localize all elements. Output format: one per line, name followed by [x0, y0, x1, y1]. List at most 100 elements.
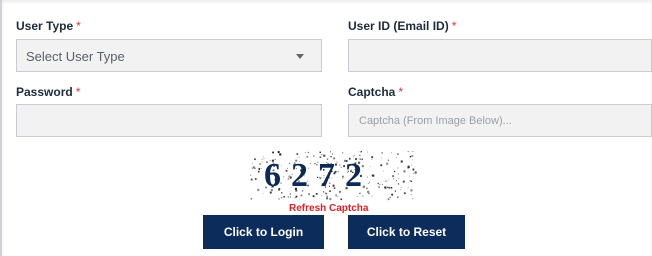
captcha-noise-dot: [281, 197, 283, 199]
captcha-noise-dot: [409, 180, 411, 182]
captcha-noise-dot: [254, 178, 257, 180]
captcha-field: [348, 104, 652, 137]
refresh-captcha-link[interactable]: Refresh Captcha: [289, 203, 368, 214]
captcha-noise-dot: [412, 198, 414, 200]
captcha-noise-dot: [383, 170, 384, 172]
required-asterisk: *: [451, 19, 457, 33]
captcha-noise-dot: [253, 165, 255, 168]
captcha-noise-dot: [321, 154, 323, 155]
user-type-select[interactable]: Select User Type: [16, 39, 322, 72]
captcha-noise-dot: [287, 196, 289, 198]
captcha-noise-dot: [330, 151, 331, 153]
captcha-noise-dot: [250, 198, 253, 200]
captcha-noise-dot: [257, 170, 260, 173]
captcha-text: 6272: [264, 157, 372, 194]
captcha-noise-dot: [298, 198, 300, 200]
captcha-noise-dot: [252, 162, 253, 164]
captcha-noise-dot: [360, 151, 362, 153]
captcha-noise-dot: [407, 151, 409, 153]
captcha-noise-dot: [382, 184, 383, 185]
captcha-noise-dot: [400, 187, 402, 188]
captcha-noise-dot: [279, 153, 282, 156]
captcha-noise-dot: [396, 157, 397, 158]
captcha-noise-dot: [272, 151, 274, 154]
chevron-down-icon: [296, 54, 304, 59]
password-input[interactable]: [17, 105, 321, 136]
captcha-noise-dot: [403, 170, 406, 173]
password-field: [16, 104, 322, 137]
captcha-noise-dot: [397, 153, 399, 155]
reset-button[interactable]: Click to Reset: [348, 215, 465, 249]
captcha-noise-dot: [397, 167, 399, 169]
captcha-noise-dot: [386, 162, 389, 165]
captcha-noise-dot: [260, 168, 262, 170]
captcha-noise-dot: [407, 166, 410, 169]
login-button[interactable]: Click to Login: [203, 215, 324, 249]
captcha-noise-dot: [254, 167, 256, 169]
captcha-noise-dot: [312, 195, 315, 198]
captcha-noise-dot: [387, 159, 389, 161]
captcha-noise-dot: [400, 189, 402, 191]
captcha-noise-dot: [289, 196, 291, 198]
user-type-selected-value: Select User Type: [26, 49, 125, 64]
captcha-noise-dot: [326, 195, 328, 198]
captcha-noise-dot: [387, 186, 389, 189]
required-asterisk: *: [398, 85, 404, 99]
captcha-noise-dot: [411, 164, 413, 166]
captcha-noise-dot: [391, 193, 394, 196]
captcha-noise-dot: [359, 154, 361, 157]
captcha-noise-dot: [414, 171, 417, 174]
captcha-noise-dot: [277, 151, 280, 153]
captcha-noise-dot: [397, 183, 400, 185]
captcha-noise-dot: [342, 152, 344, 154]
captcha-noise-dot: [409, 156, 412, 158]
captcha-noise-dot: [261, 158, 263, 160]
captcha-noise-dot: [295, 195, 298, 198]
captcha-noise-dot: [380, 164, 383, 167]
captcha-noise-dot: [387, 179, 389, 181]
captcha-noise-dot: [278, 198, 280, 200]
captcha-noise-dot: [388, 186, 391, 189]
captcha-noise-dot: [398, 178, 400, 179]
required-asterisk: *: [75, 85, 81, 99]
captcha-noise-dot: [390, 187, 393, 189]
login-form-panel: User Type * Select User Type User ID (Ema…: [0, 0, 652, 256]
captcha-noise-dot: [294, 196, 295, 198]
captcha-input[interactable]: [349, 105, 651, 136]
captcha-noise-dot: [283, 196, 285, 198]
captcha-noise-dot: [319, 151, 321, 154]
captcha-noise-dot: [371, 195, 373, 197]
captcha-noise-dot: [402, 180, 405, 183]
captcha-noise-dot: [385, 180, 387, 182]
captcha-noise-dot: [258, 167, 260, 170]
captcha-noise-dot: [400, 160, 403, 163]
captcha-noise-dot: [326, 197, 329, 200]
captcha-noise-dot: [412, 151, 414, 152]
captcha-noise-dot: [372, 174, 375, 177]
captcha-noise-dot: [410, 189, 413, 192]
password-label: Password *: [16, 85, 81, 99]
captcha-noise-dot: [412, 168, 415, 171]
captcha-noise-dot: [332, 153, 333, 155]
user-id-input[interactable]: [349, 40, 651, 71]
captcha-noise-dot: [356, 196, 358, 197]
captcha-noise-dot: [410, 180, 413, 182]
captcha-noise-dot: [412, 173, 414, 174]
captcha-noise-dot: [396, 180, 397, 181]
captcha-noise-dot: [384, 186, 387, 189]
captcha-noise-dot: [321, 195, 323, 197]
captcha-noise-dot: [379, 184, 381, 186]
captcha-noise-dot: [362, 195, 364, 197]
captcha-char: 6272: [264, 157, 372, 194]
captcha-noise-dot: [337, 196, 339, 197]
captcha-label: Captcha *: [348, 85, 404, 99]
captcha-noise-dot: [410, 193, 412, 195]
user-type-label: User Type *: [16, 19, 81, 33]
captcha-noise-dot: [391, 152, 392, 154]
captcha-noise-dot: [409, 175, 410, 177]
captcha-noise-dot: [389, 196, 391, 198]
user-id-field: [348, 39, 652, 72]
captcha-noise-dot: [250, 174, 252, 176]
captcha-noise-dot: [367, 151, 368, 153]
captcha-noise-dot: [261, 161, 263, 163]
